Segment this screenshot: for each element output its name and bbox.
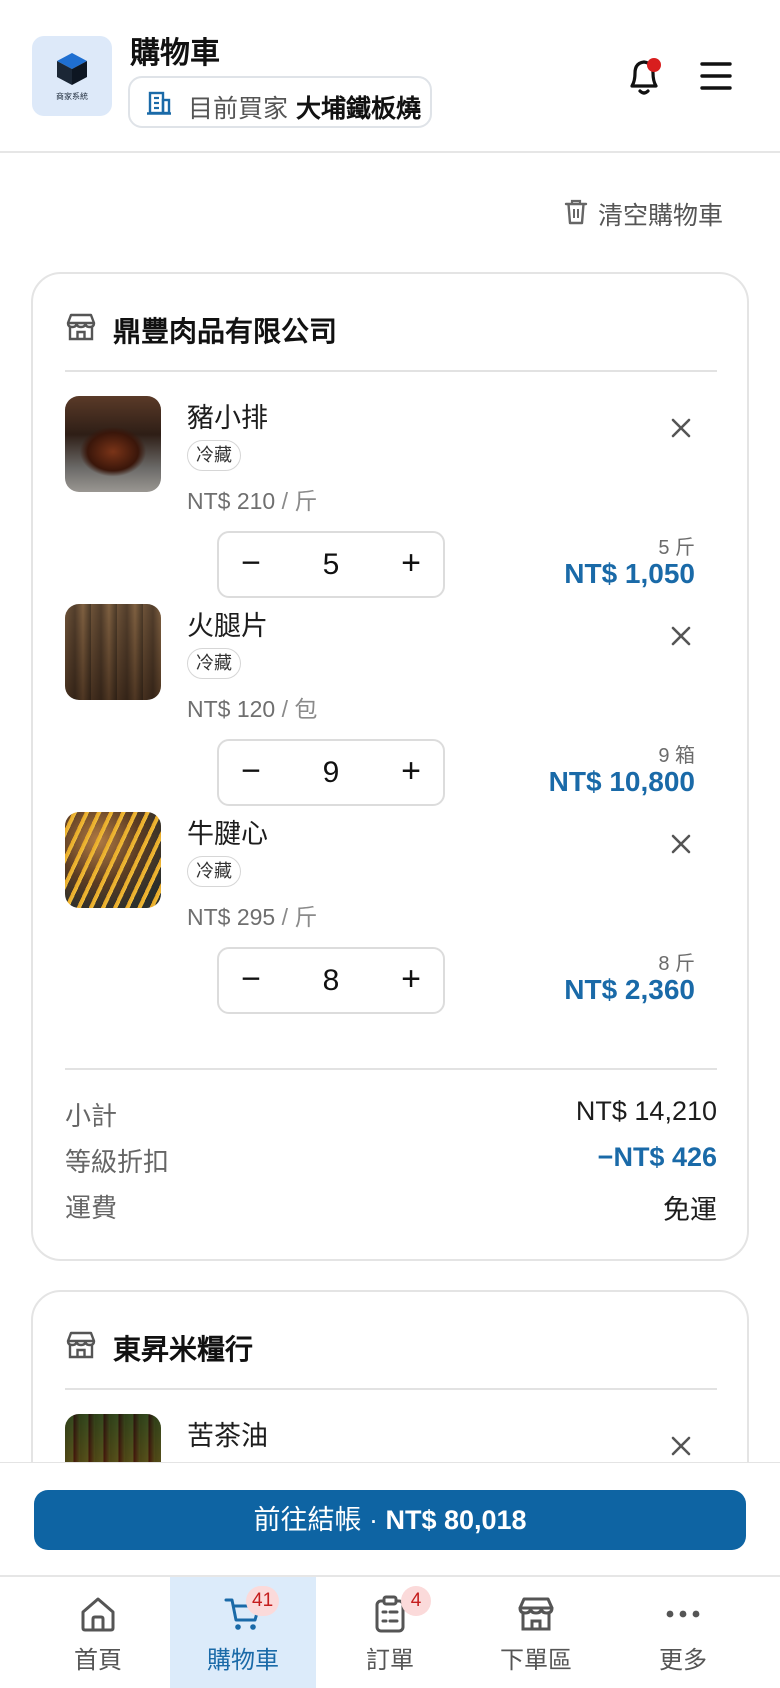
decrease-button[interactable]: − bbox=[221, 533, 281, 596]
line-total: NT$ 10,800 bbox=[548, 766, 695, 797]
remove-item-icon[interactable] bbox=[665, 620, 697, 652]
cart-count-badge: 41 bbox=[246, 1586, 280, 1616]
remove-item-icon[interactable] bbox=[665, 412, 697, 444]
buyer-selector[interactable]: 目前買家 大埔鐵板燒 bbox=[128, 76, 432, 128]
product-image bbox=[65, 812, 161, 908]
bell-icon[interactable] bbox=[624, 54, 666, 98]
subtotal-value: NT$ 14,210 bbox=[575, 1096, 717, 1126]
discount-row: 等級折扣 −NT$ 426 bbox=[65, 1142, 717, 1182]
unit-label: / 斤 bbox=[281, 488, 318, 514]
product-name: 苦茶油 bbox=[187, 1421, 268, 1451]
trash-icon bbox=[564, 199, 588, 225]
decrease-button[interactable]: − bbox=[221, 741, 281, 804]
nav-item-cart[interactable]: 41 購物車 bbox=[170, 1577, 316, 1688]
card-divider bbox=[65, 1068, 717, 1070]
page-title: 購物車 bbox=[130, 37, 220, 70]
unit-price-value: NT$ 295 bbox=[187, 904, 276, 930]
vendor-name: 東昇米糧行 bbox=[113, 1334, 254, 1365]
shipping-label: 運費 bbox=[65, 1193, 118, 1223]
store-icon bbox=[518, 1597, 554, 1631]
nav-label: 更多 bbox=[659, 1647, 707, 1674]
unit-price-value: NT$ 120 bbox=[187, 696, 276, 722]
unit-price-value: NT$ 210 bbox=[187, 488, 276, 514]
product-name: 豬小排 bbox=[187, 403, 268, 433]
subtotal-row: 小計 NT$ 14,210 bbox=[65, 1096, 717, 1136]
logo-text: 商家系統 bbox=[56, 92, 88, 101]
quantity-stepper: − 5 + bbox=[217, 531, 445, 598]
checkout-button[interactable]: 前往結帳 · NT$ 80,018 bbox=[34, 1490, 746, 1550]
storage-tag: 冷藏 bbox=[187, 648, 241, 679]
nav-label: 購物車 bbox=[207, 1647, 279, 1674]
building-icon bbox=[147, 91, 171, 115]
unit-price: NT$ 295 / 斤 bbox=[187, 898, 317, 932]
hamburger-menu-icon[interactable] bbox=[700, 60, 732, 92]
vendor-card: 鼎豐肉品有限公司 豬小排 冷藏 NT$ 210 / 斤 − 5 + 5 斤 NT… bbox=[31, 272, 749, 1261]
nav-item-order-zone[interactable]: 下單區 bbox=[463, 1577, 609, 1688]
quantity-value[interactable]: 9 bbox=[279, 741, 383, 804]
product-name: 牛腱心 bbox=[187, 819, 268, 849]
app-header: 商家系統 購物車 目前買家 大埔鐵板燒 bbox=[0, 0, 780, 153]
nav-label: 首頁 bbox=[74, 1647, 122, 1674]
quantity-stepper: − 9 + bbox=[217, 739, 445, 806]
quantity-value[interactable]: 8 bbox=[279, 949, 383, 1012]
quantity-unit: 8 斤 bbox=[658, 953, 695, 975]
product-image bbox=[65, 604, 161, 700]
unit-price: NT$ 210 / 斤 bbox=[187, 482, 317, 516]
checkout-label: 前往結帳 · bbox=[253, 1505, 386, 1535]
increase-button[interactable]: + bbox=[381, 533, 441, 596]
quantity-value[interactable]: 5 bbox=[279, 533, 383, 596]
nav-label: 下單區 bbox=[500, 1647, 572, 1674]
more-icon bbox=[666, 1610, 700, 1618]
home-icon bbox=[81, 1597, 115, 1632]
unit-label: / 斤 bbox=[281, 904, 318, 930]
checkout-amount: NT$ 80,018 bbox=[385, 1505, 527, 1535]
nav-label: 訂單 bbox=[366, 1647, 414, 1674]
storage-tag: 冷藏 bbox=[187, 440, 241, 471]
shipping-row: 運費 免運 bbox=[65, 1188, 717, 1228]
card-divider bbox=[65, 370, 717, 372]
cart-item: 火腿片 冷藏 NT$ 120 / 包 − 9 + 9 箱 NT$ 10,800 bbox=[65, 604, 717, 814]
shipping-value: 免運 bbox=[663, 1195, 717, 1225]
line-total: NT$ 1,050 bbox=[564, 558, 695, 589]
store-icon bbox=[66, 1331, 96, 1359]
unit-label: / 包 bbox=[281, 696, 318, 722]
orders-count-badge: 4 bbox=[401, 1586, 431, 1616]
bottom-nav: 首頁 41 購物車 4 訂單 下單區 更多 bbox=[0, 1575, 780, 1688]
quantity-stepper: − 8 + bbox=[217, 947, 445, 1014]
nav-item-orders[interactable]: 4 訂單 bbox=[317, 1577, 463, 1688]
buyer-name: 大埔鐵板燒 bbox=[296, 95, 422, 123]
product-name: 火腿片 bbox=[187, 611, 268, 641]
cart-item: 豬小排 冷藏 NT$ 210 / 斤 − 5 + 5 斤 NT$ 1,050 bbox=[65, 396, 717, 606]
discount-label: 等級折扣 bbox=[65, 1147, 170, 1177]
increase-button[interactable]: + bbox=[381, 949, 441, 1012]
notification-dot bbox=[647, 58, 661, 72]
clear-cart-label: 清空購物車 bbox=[598, 202, 724, 230]
nav-item-more[interactable]: 更多 bbox=[610, 1577, 756, 1688]
quantity-unit: 9 箱 bbox=[658, 745, 695, 767]
app-logo: 商家系統 bbox=[32, 36, 112, 116]
increase-button[interactable]: + bbox=[381, 741, 441, 804]
vendor-name: 鼎豐肉品有限公司 bbox=[113, 316, 338, 347]
store-icon bbox=[66, 313, 96, 341]
discount-value: −NT$ 426 bbox=[597, 1142, 717, 1172]
unit-price: NT$ 120 / 包 bbox=[187, 690, 317, 724]
card-divider bbox=[65, 1388, 717, 1390]
remove-item-icon[interactable] bbox=[665, 828, 697, 860]
line-total: NT$ 2,360 bbox=[564, 974, 695, 1005]
nav-item-home[interactable]: 首頁 bbox=[25, 1577, 171, 1688]
subtotal-label: 小計 bbox=[65, 1101, 118, 1131]
box-logo-icon bbox=[57, 53, 87, 85]
quantity-unit: 5 斤 bbox=[658, 537, 695, 559]
cart-item: 牛腱心 冷藏 NT$ 295 / 斤 − 8 + 8 斤 NT$ 2,360 bbox=[65, 812, 717, 1022]
remove-item-icon[interactable] bbox=[665, 1430, 697, 1462]
decrease-button[interactable]: − bbox=[221, 949, 281, 1012]
storage-tag: 冷藏 bbox=[187, 856, 241, 887]
product-image bbox=[65, 396, 161, 492]
buyer-label: 目前買家 bbox=[188, 95, 289, 123]
checkout-bar: 前往結帳 · NT$ 80,018 bbox=[0, 1462, 780, 1575]
